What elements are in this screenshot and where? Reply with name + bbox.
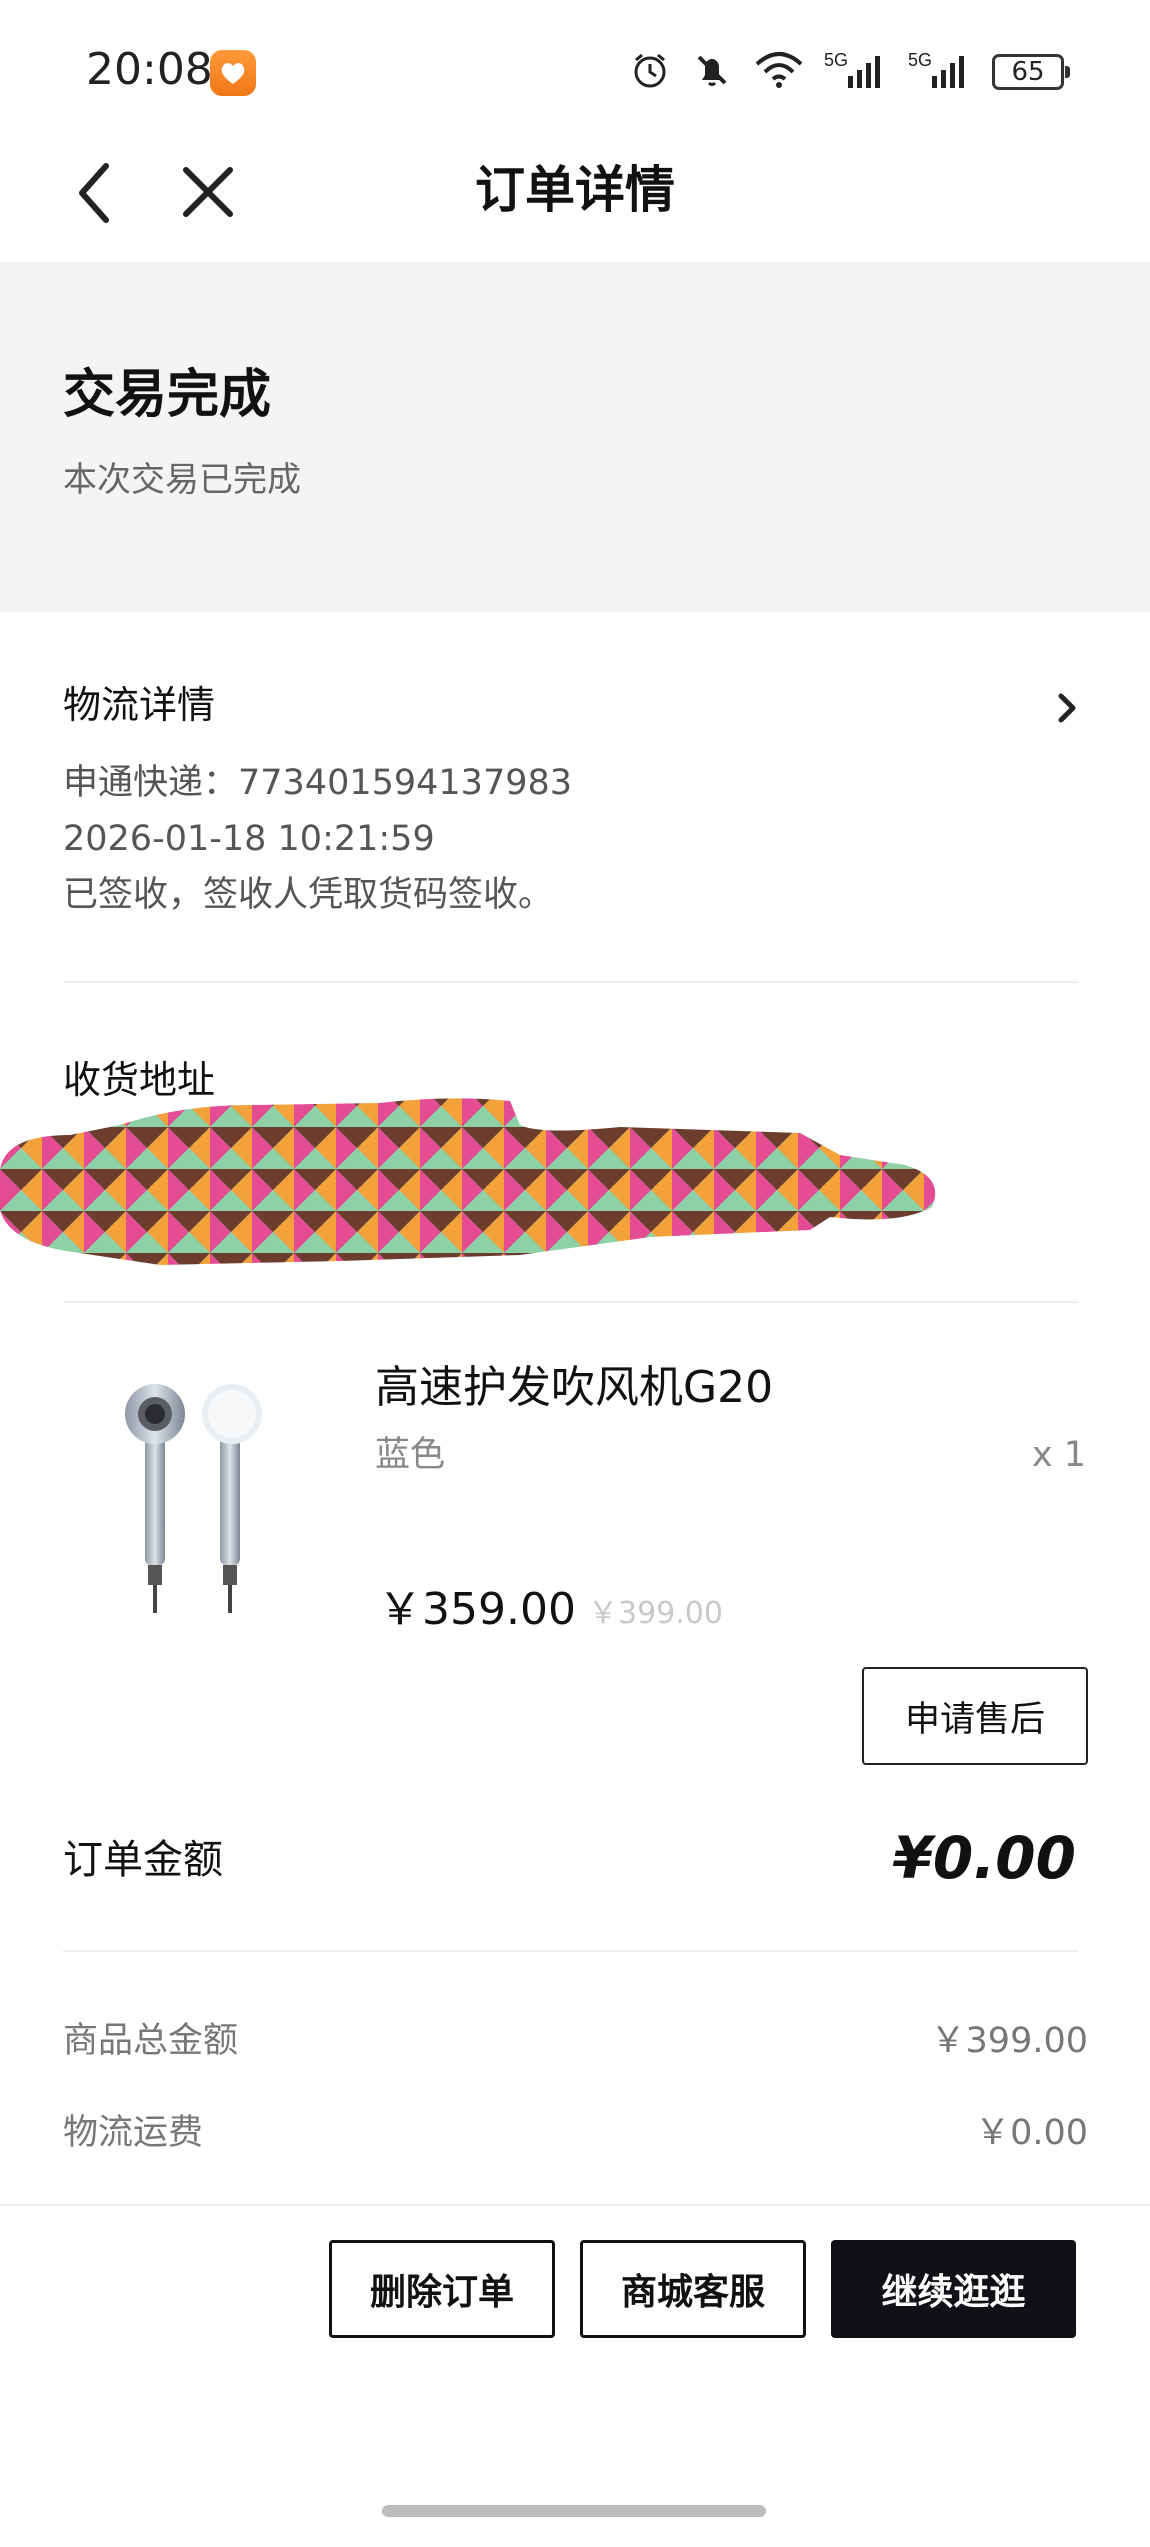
shipping-value: ￥0.00 <box>975 2113 1088 2153</box>
bottom-bar-divider <box>0 2204 1150 2206</box>
shipping-label: 物流运费 <box>63 2113 204 2153</box>
product-quantity: x 1 <box>1031 1435 1086 1475</box>
order-status-banner <box>0 262 1150 612</box>
alarm-icon <box>628 48 672 96</box>
app-notification-icon <box>210 50 256 96</box>
logistics-timestamp: 2026-01-18 10:21:59 <box>63 819 435 859</box>
wifi-icon <box>752 48 806 96</box>
section-divider <box>63 1950 1078 1952</box>
goods-total-value: ￥399.00 <box>930 2021 1088 2061</box>
section-divider <box>63 981 1078 983</box>
chevron-right-icon[interactable] <box>1050 688 1084 728</box>
product-variant: 蓝色 <box>375 1435 446 1475</box>
status-indicators: 5G 5G 65 <box>628 44 1070 100</box>
battery-level: 65 <box>1011 57 1045 87</box>
signal-icon: 5G <box>908 48 974 96</box>
product-original-price: ￥399.00 <box>588 1596 723 1631</box>
logistics-courier: 申通快递：773401594137983 <box>63 763 573 803</box>
section-divider <box>63 1301 1078 1303</box>
network-type-label: 5G <box>908 50 932 70</box>
product-image[interactable] <box>120 1380 280 1620</box>
order-status-subtitle: 本次交易已完成 <box>63 460 301 500</box>
order-amount-value: ¥0.00 <box>892 1824 1076 1892</box>
continue-shopping-button[interactable]: 继续逛逛 <box>831 2240 1076 2338</box>
home-indicator[interactable] <box>382 2505 766 2517</box>
product-name[interactable]: 高速护发吹风机G20 <box>375 1358 773 1418</box>
signal-icon: 5G <box>824 48 890 96</box>
order-amount-label: 订单金额 <box>63 1837 223 1883</box>
after-sale-button[interactable]: 申请售后 <box>862 1667 1088 1765</box>
product-price: ￥359.00 <box>378 1584 576 1635</box>
logistics-status: 已签收，签收人凭取货码签收。 <box>63 875 554 915</box>
delete-order-button[interactable]: 删除订单 <box>329 2240 555 2338</box>
mute-icon <box>690 48 734 96</box>
goods-total-label: 商品总金额 <box>63 2021 239 2061</box>
customer-service-button[interactable]: 商城客服 <box>580 2240 806 2338</box>
logistics-title[interactable]: 物流详情 <box>63 678 215 732</box>
status-time: 20:08 <box>86 44 213 95</box>
page-title: 订单详情 <box>475 161 675 219</box>
battery-icon: 65 <box>992 54 1070 90</box>
address-redaction <box>0 1085 945 1275</box>
order-status-title: 交易完成 <box>63 365 272 425</box>
network-type-label: 5G <box>824 50 848 70</box>
